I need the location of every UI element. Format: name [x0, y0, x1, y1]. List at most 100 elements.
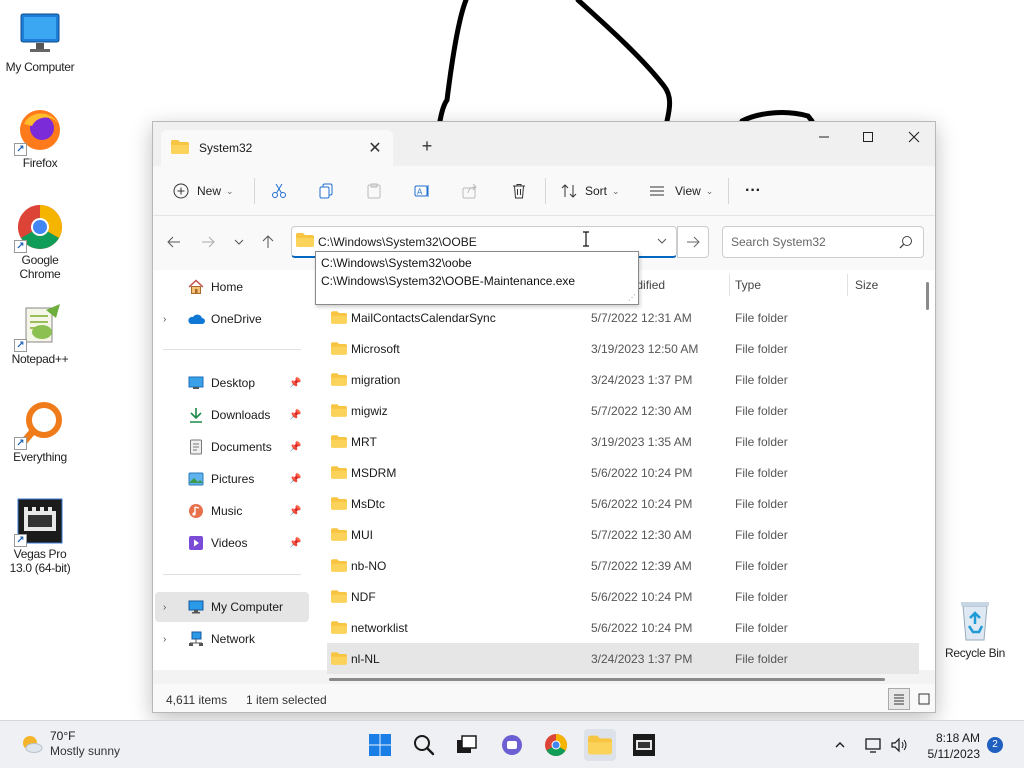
desktop-icon-recycle-bin[interactable]: Recycle Bin	[935, 596, 1015, 660]
table-row[interactable]: MRT 3/19/2023 1:35 AM File folder	[327, 426, 919, 457]
details-view-button[interactable]	[888, 688, 910, 710]
table-row[interactable]: NDF 5/6/2022 10:24 PM File folder	[327, 581, 919, 612]
table-row[interactable]: nl-NL 3/24/2023 1:37 PM File folder	[327, 643, 919, 674]
autocomplete-suggestion[interactable]: C:\Windows\System32\OOBE-Maintenance.exe	[316, 272, 638, 290]
chrome-taskbar-button[interactable]	[540, 729, 572, 761]
maximize-button[interactable]	[845, 122, 891, 152]
close-tab-icon[interactable]: ✕	[363, 136, 387, 160]
close-window-button[interactable]	[891, 122, 935, 152]
table-row[interactable]: networklist 5/6/2022 10:24 PM File folde…	[327, 612, 919, 643]
table-row[interactable]: nb-NO 5/7/2022 12:39 AM File folder	[327, 550, 919, 581]
sidebar-item-desktop[interactable]: Desktop 📌	[155, 368, 309, 398]
search-icon[interactable]	[899, 235, 913, 252]
pin-icon[interactable]: 📌	[289, 410, 303, 421]
up-button[interactable]	[255, 228, 281, 256]
resize-grip-icon[interactable]: ⋰	[628, 293, 636, 302]
table-row[interactable]: migration 3/24/2023 1:37 PM File folder	[327, 364, 919, 395]
forward-button[interactable]	[195, 228, 221, 256]
teams-chat-button[interactable]	[496, 729, 528, 761]
sidebar-item-network[interactable]: › Network	[155, 624, 309, 654]
address-input[interactable]	[318, 234, 648, 249]
sidebar-item-onedrive[interactable]: › OneDrive	[155, 304, 309, 334]
column-divider[interactable]	[847, 274, 848, 296]
taskbar-search-button[interactable]	[408, 729, 440, 761]
weather-widget[interactable]: 70°F Mostly sunny	[18, 729, 120, 759]
network-tray-button[interactable]	[862, 729, 886, 761]
table-row[interactable]: MSDRM 5/6/2022 10:24 PM File folder	[327, 457, 919, 488]
sidebar-item-label: Desktop	[211, 376, 256, 390]
sidebar-item-videos[interactable]: Videos 📌	[155, 528, 309, 558]
desktop-icon	[187, 374, 205, 392]
folder-icon	[171, 139, 189, 157]
pin-icon[interactable]: 📌	[289, 506, 303, 517]
table-row[interactable]: Microsoft 3/19/2023 12:50 AM File folder	[327, 333, 919, 364]
recent-locations-button[interactable]	[226, 228, 252, 256]
copy-button[interactable]	[318, 176, 334, 206]
rename-button[interactable]: A	[414, 176, 430, 206]
sidebar-item-documents[interactable]: Documents 📌	[155, 432, 309, 462]
table-row[interactable]: migwiz 5/7/2022 12:30 AM File folder	[327, 395, 919, 426]
desktop-icon-label: Everything	[13, 450, 67, 464]
column-header-type[interactable]: Type	[735, 270, 761, 300]
share-button[interactable]	[462, 176, 478, 206]
column-divider[interactable]	[729, 274, 730, 296]
autocomplete-suggestion[interactable]: C:\Windows\System32\oobe	[316, 254, 638, 272]
go-button[interactable]	[677, 226, 709, 258]
search-box[interactable]	[722, 226, 924, 258]
delete-button[interactable]	[511, 176, 527, 206]
desktop-icon-my-computer[interactable]: My Computer	[0, 10, 80, 74]
sidebar-item-pictures[interactable]: Pictures 📌	[155, 464, 309, 494]
file-explorer-taskbar-button[interactable]	[584, 729, 616, 761]
file-name: nl-NL	[351, 651, 380, 666]
scissors-icon	[272, 183, 286, 198]
table-row[interactable]: MUI 5/7/2022 12:30 AM File folder	[327, 519, 919, 550]
table-row[interactable]: MailContactsCalendarSync 5/7/2022 12:31 …	[327, 302, 919, 333]
see-more-button[interactable]: ···	[745, 176, 761, 206]
notification-badge[interactable]: 2	[987, 737, 1003, 753]
pin-icon[interactable]: 📌	[289, 442, 303, 453]
new-button[interactable]: New ⌄	[173, 176, 234, 206]
back-button[interactable]	[161, 228, 187, 256]
chevron-right-icon[interactable]: ›	[163, 314, 179, 325]
sidebar-item-my-computer[interactable]: › My Computer	[155, 592, 309, 622]
desktop-icon-firefox[interactable]: ↗ Firefox	[0, 106, 80, 170]
vertical-scrollbar[interactable]	[926, 282, 929, 310]
sidebar-item-downloads[interactable]: Downloads 📌	[155, 400, 309, 430]
chevron-down-icon[interactable]	[656, 235, 668, 250]
chevron-right-icon[interactable]: ›	[163, 634, 179, 645]
desktop-icon-google-chrome[interactable]: ↗ Google Chrome	[0, 203, 80, 281]
column-header-size[interactable]: Size	[855, 270, 878, 300]
address-autocomplete-dropdown: C:\Windows\System32\oobe C:\Windows\Syst…	[315, 251, 639, 305]
clock-date: 5/11/2023	[927, 747, 981, 761]
start-button[interactable]	[364, 729, 396, 761]
new-tab-button[interactable]: +	[415, 134, 439, 158]
pin-icon[interactable]: 📌	[289, 378, 303, 389]
table-row[interactable]: MsDtc 5/6/2022 10:24 PM File folder	[327, 488, 919, 519]
desktop-icon-vegas-pro[interactable]: ↗ Vegas Pro 13.0 (64-bit)	[0, 497, 80, 575]
sidebar-divider	[163, 349, 301, 350]
desktop-icon-everything[interactable]: ↗ Everything	[0, 400, 80, 464]
search-input[interactable]	[731, 235, 891, 249]
sort-button[interactable]: Sort ⌄	[561, 176, 620, 206]
toolbar-divider	[728, 178, 729, 204]
desktop-icon-notepad-plus-plus[interactable]: ↗ Notepad++	[0, 302, 80, 366]
horizontal-scrollbar[interactable]	[329, 678, 885, 681]
paste-button[interactable]	[366, 176, 382, 206]
folder-icon	[331, 466, 347, 482]
sidebar-item-music[interactable]: Music 📌	[155, 496, 309, 526]
clock[interactable]: 8:18 AM 5/11/2023	[922, 730, 981, 762]
task-view-button[interactable]	[451, 729, 483, 761]
sidebar-item-home[interactable]: Home	[155, 272, 309, 302]
tab-system32[interactable]: System32 ✕	[161, 130, 393, 166]
tiles-view-button[interactable]	[913, 688, 935, 710]
vegas-pro-taskbar-button[interactable]	[628, 729, 660, 761]
pin-icon[interactable]: 📌	[289, 538, 303, 549]
view-button[interactable]: View ⌄	[649, 176, 713, 206]
chevron-right-icon[interactable]: ›	[163, 602, 179, 613]
minimize-button[interactable]	[801, 122, 847, 152]
show-hidden-icons-button[interactable]	[828, 729, 852, 761]
cut-button[interactable]	[271, 176, 287, 206]
pin-icon[interactable]: 📌	[289, 474, 303, 485]
file-type: File folder	[735, 527, 788, 542]
volume-button[interactable]	[888, 729, 912, 761]
